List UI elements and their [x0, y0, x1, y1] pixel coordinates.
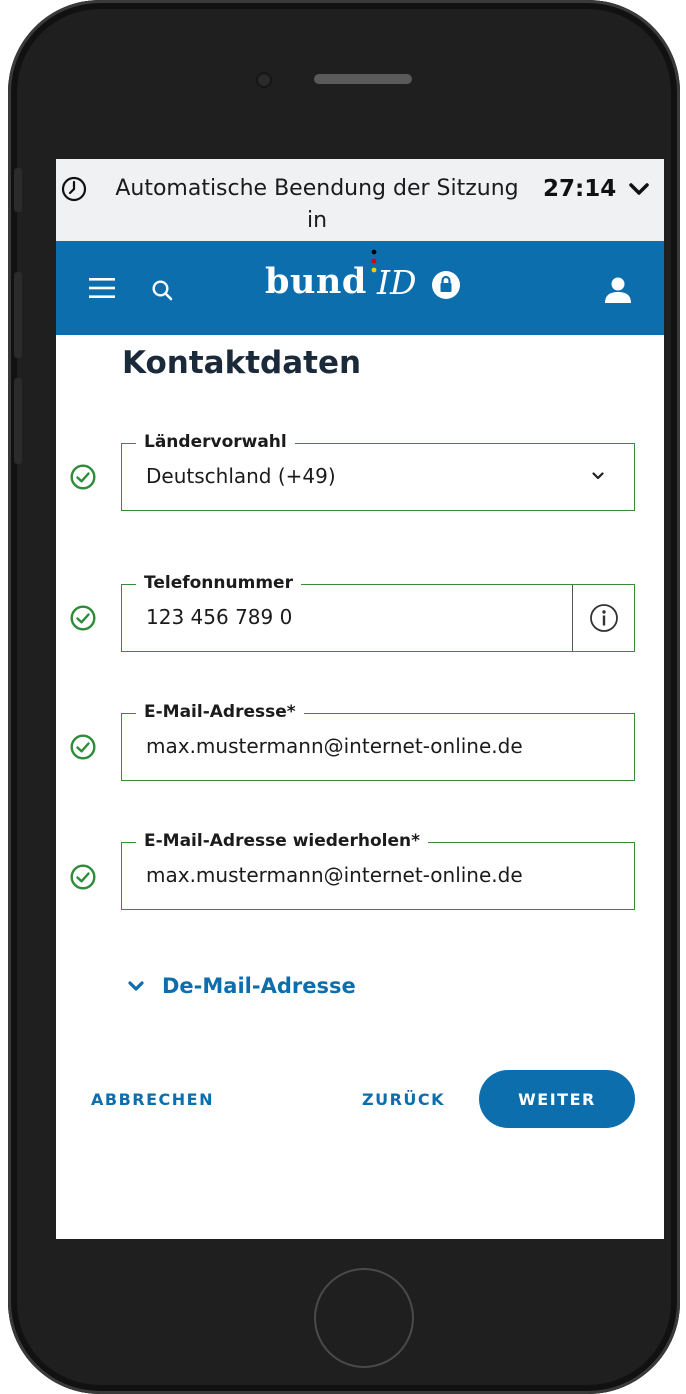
phone-info-button[interactable] — [572, 585, 634, 651]
email-label: E-Mail-Adresse* — [136, 700, 304, 724]
clock-icon — [61, 176, 87, 202]
volume-down-button — [14, 378, 22, 464]
screen: Automatische Beendung der Sitzung in 27:… — [56, 159, 664, 1239]
phone-number-field[interactable]: Telefonnummer 123 456 789 0 — [121, 571, 635, 652]
demail-expander[interactable]: De-Mail-Adresse — [128, 974, 356, 998]
home-button[interactable] — [314, 1268, 414, 1368]
check-circle-icon — [70, 605, 96, 631]
back-button[interactable]: ZURÜCK — [362, 1090, 445, 1109]
country-code-select[interactable]: Ländervorwahl Deutschland (+49) — [121, 430, 635, 511]
cancel-button[interactable]: ABBRECHEN — [91, 1090, 214, 1109]
chevron-down-icon — [128, 981, 144, 991]
hamburger-menu-icon[interactable] — [89, 277, 115, 299]
country-code-label: Ländervorwahl — [136, 430, 295, 454]
email-repeat-field[interactable]: E-Mail-Adresse wiederholen* max.musterma… — [121, 829, 635, 910]
email-field[interactable]: E-Mail-Adresse* max.mustermann@internet-… — [121, 700, 635, 781]
chevron-down-icon[interactable] — [628, 181, 650, 197]
speaker — [314, 74, 412, 84]
session-timeout-bar: Automatische Beendung der Sitzung in 27:… — [56, 159, 664, 241]
logo-wordmark-bund: bund — [265, 261, 367, 302]
camera — [258, 74, 270, 86]
bund-id-logo[interactable]: bund ID — [265, 249, 465, 311]
page-title: Kontaktdaten — [122, 345, 362, 381]
session-timer: 27:14 — [543, 176, 617, 202]
phone-number-value: 123 456 789 0 — [146, 605, 293, 629]
country-code-value: Deutschland (+49) — [146, 464, 336, 488]
search-icon[interactable] — [151, 279, 173, 301]
chevron-down-icon — [592, 472, 604, 480]
phone-number-label: Telefonnummer — [136, 571, 301, 595]
demail-label: De-Mail-Adresse — [162, 974, 356, 998]
check-circle-icon — [70, 734, 96, 760]
top-navigation-bar: bund ID — [56, 241, 664, 335]
email-repeat-value: max.mustermann@internet-online.de — [146, 863, 523, 887]
mute-switch — [14, 168, 22, 212]
phone-frame: Automatische Beendung der Sitzung in 27:… — [8, 0, 680, 1394]
lock-icon — [432, 271, 460, 299]
user-account-icon[interactable] — [604, 276, 632, 304]
volume-up-button — [14, 272, 22, 358]
session-timeout-message: Automatische Beendung der Sitzung in — [115, 176, 519, 233]
email-value: max.mustermann@internet-online.de — [146, 734, 523, 758]
check-circle-icon — [70, 864, 96, 890]
logo-wordmark-id: ID — [377, 263, 417, 302]
email-repeat-label: E-Mail-Adresse wiederholen* — [136, 829, 428, 853]
next-button[interactable]: WEITER — [479, 1070, 635, 1128]
info-icon — [589, 604, 618, 632]
check-circle-icon — [70, 464, 96, 490]
